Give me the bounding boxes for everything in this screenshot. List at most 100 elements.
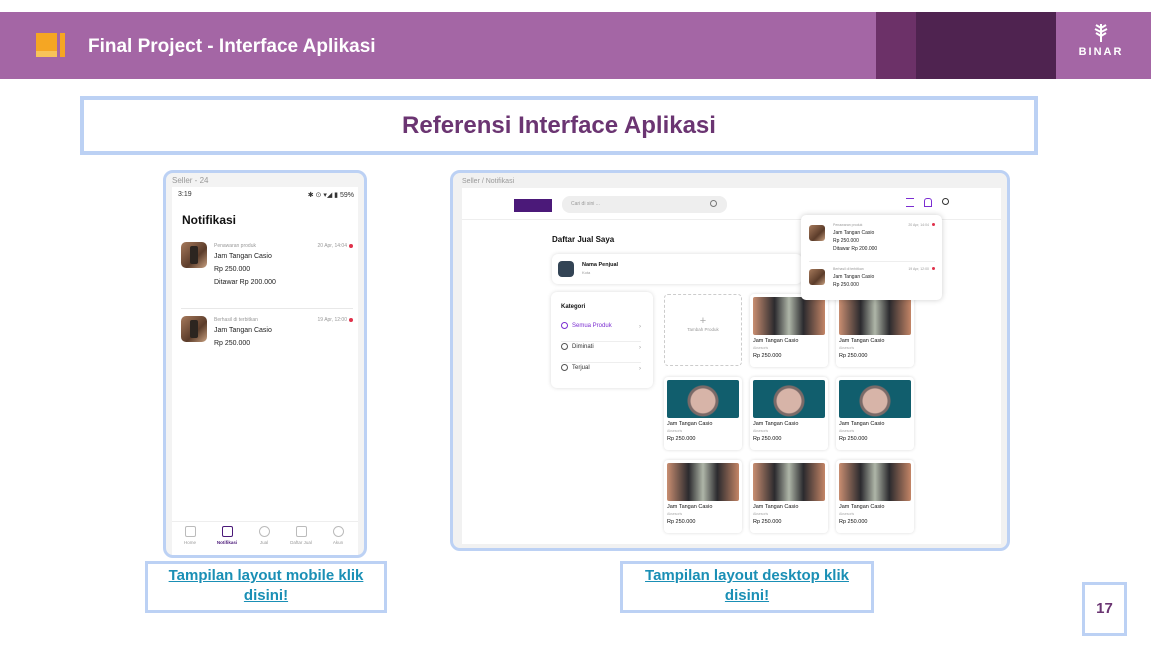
desktop-layout-link[interactable]: Tampilan layout desktop klik disini! (620, 561, 874, 613)
app-logo[interactable] (514, 199, 552, 212)
product-card[interactable]: Jam Tangan Casio Aksesoris Rp 250.000 (750, 377, 828, 450)
product-price: Rp 250.000 (839, 519, 868, 525)
search-placeholder: Cari di sini ... (571, 201, 600, 207)
nav-akun[interactable]: Akun (318, 526, 358, 545)
seller-card: Nama Penjual Kota (552, 254, 802, 284)
product-card[interactable]: Jam Tangan Casio Aksesoris Rp 250.000 (836, 460, 914, 533)
nav-label: Notifikasi (216, 540, 238, 545)
product-thumbnail (809, 225, 825, 241)
product-card[interactable]: Jam Tangan Casio Aksesoris Rp 250.000 (664, 377, 742, 450)
unread-dot (932, 223, 935, 226)
product-price: Rp 250.000 (839, 436, 868, 442)
nav-home[interactable]: Home (170, 526, 210, 545)
header-band (876, 12, 916, 79)
home-icon (184, 526, 196, 537)
seller-name: Nama Penjual (582, 262, 619, 268)
nav-label: Daftar Jual (290, 540, 312, 545)
nav-label: Akun (332, 540, 344, 545)
unread-dot (349, 244, 353, 248)
search-icon[interactable] (710, 200, 717, 207)
category-semua-produk[interactable]: Semua Produk › (561, 322, 641, 342)
notification-category: Penawaran produk (214, 243, 256, 249)
notification-item[interactable]: Penawaran produk 20 Apr, 14:04 Jam Tanga… (181, 242, 353, 298)
category-label: Diminati (572, 344, 594, 351)
product-card[interactable]: Jam Tangan Casio Aksesoris Rp 250.000 (750, 460, 828, 533)
topbar-icons (906, 198, 950, 210)
product-card[interactable]: Jam Tangan Casio Aksesoris Rp 250.000 (836, 377, 914, 450)
product-card[interactable]: Jam Tangan Casio Aksesoris Rp 250.000 (836, 294, 914, 367)
box-icon (561, 322, 568, 329)
notification-category: Berhasil di terbitkan (833, 267, 864, 271)
unread-dot (349, 318, 353, 322)
product-image (667, 380, 739, 418)
product-card[interactable]: Jam Tangan Casio Aksesoris Rp 250.000 (664, 460, 742, 533)
user-icon[interactable] (942, 198, 949, 205)
seller-avatar (558, 261, 574, 277)
product-price: Rp 250.000 (667, 519, 696, 525)
unread-dot (932, 267, 935, 270)
page-number: 17 (1082, 582, 1127, 636)
product-price: Rp 250.000 (753, 436, 782, 442)
brand-name: BINAR (1078, 46, 1124, 58)
plus-icon: + (699, 315, 707, 327)
product-name: Jam Tangan Casio (667, 421, 713, 427)
add-product-label: Tambah Produk (687, 327, 719, 332)
product-price: Rp 250.000 (753, 519, 782, 525)
nav-notifikasi[interactable]: Notifikasi (207, 526, 247, 545)
chevron-right-icon: › (639, 366, 641, 372)
product-card[interactable]: Jam Tangan Casio Aksesoris Rp 250.000 (750, 294, 828, 367)
notification-price: Rp 250.000 (833, 238, 859, 244)
popup-notification-item[interactable]: Penawaran produk 20 Apr, 14:04 Jam Tanga… (809, 222, 935, 260)
product-thumbnail (809, 269, 825, 285)
mobile-mockup[interactable]: Seller - 24 3:19 ✱ ⊙ ▾◢ ▮ 59% Notifikasi… (163, 170, 367, 558)
notification-price: Rp 250.000 (214, 266, 251, 273)
product-category: Aksesoris (667, 429, 683, 433)
chevron-right-icon: › (639, 345, 641, 351)
product-name: Jam Tangan Casio (667, 504, 713, 510)
mobile-layout-link[interactable]: Tampilan layout mobile klik disini! (145, 561, 387, 613)
list-icon (295, 526, 307, 537)
nav-jual[interactable]: Jual (244, 526, 284, 545)
nav-daftar-jual[interactable]: Daftar Jual (281, 526, 321, 545)
product-name: Jam Tangan Casio (753, 504, 799, 510)
notification-price: Rp 250.000 (833, 282, 859, 288)
category-title: Kategori (561, 304, 586, 310)
product-price: Rp 250.000 (839, 353, 868, 359)
product-category: Aksesoris (753, 429, 769, 433)
notification-date: 19 Apr, 12:00 (908, 267, 929, 271)
dollar-icon (561, 364, 568, 371)
product-category: Aksesoris (839, 429, 855, 433)
seller-city: Kota (582, 270, 591, 275)
list-icon[interactable] (906, 198, 914, 207)
product-category: Aksesoris (753, 512, 769, 516)
chevron-right-icon: › (639, 324, 641, 330)
wheat-icon (1094, 24, 1108, 42)
product-price: Rp 250.000 (667, 436, 696, 442)
desktop-mockup[interactable]: Seller / Notifikasi Cari di sini ... Daf… (450, 170, 1010, 551)
notification-product: Jam Tangan Casio (833, 274, 875, 280)
product-name: Jam Tangan Casio (839, 421, 885, 427)
product-thumbnail (181, 242, 207, 268)
popup-notification-item[interactable]: Berhasil di terbitkan 19 Apr, 12:00 Jam … (809, 266, 935, 304)
header-title: Final Project - Interface Aplikasi (88, 36, 376, 57)
product-image (753, 463, 825, 501)
notification-item[interactable]: Berhasil di terbitkan 19 Apr, 12:00 Jam … (181, 316, 353, 372)
product-category: Aksesoris (753, 346, 769, 350)
category-diminati[interactable]: Diminati › (561, 343, 641, 363)
notification-date: 20 Apr, 14:04 (908, 223, 929, 227)
product-name: Jam Tangan Casio (753, 421, 799, 427)
search-input[interactable]: Cari di sini ... (562, 196, 727, 213)
bell-icon[interactable] (924, 198, 932, 207)
bottom-nav: Home Notifikasi Jual Daftar Jual Akun (172, 521, 358, 555)
product-image (839, 463, 911, 501)
binar-logo: BINAR (1066, 22, 1136, 70)
nav-label: Jual (259, 540, 269, 545)
add-product-button[interactable]: + Tambah Produk (664, 294, 742, 366)
heart-icon (561, 343, 568, 350)
product-thumbnail (181, 316, 207, 342)
notification-offer: Ditawar Rp 200.000 (833, 246, 878, 252)
product-name: Jam Tangan Casio (839, 504, 885, 510)
product-image (667, 463, 739, 501)
status-icons: ✱ ⊙ ▾◢ ▮ 59% (307, 192, 354, 199)
category-terjual[interactable]: Terjual › (561, 364, 641, 384)
